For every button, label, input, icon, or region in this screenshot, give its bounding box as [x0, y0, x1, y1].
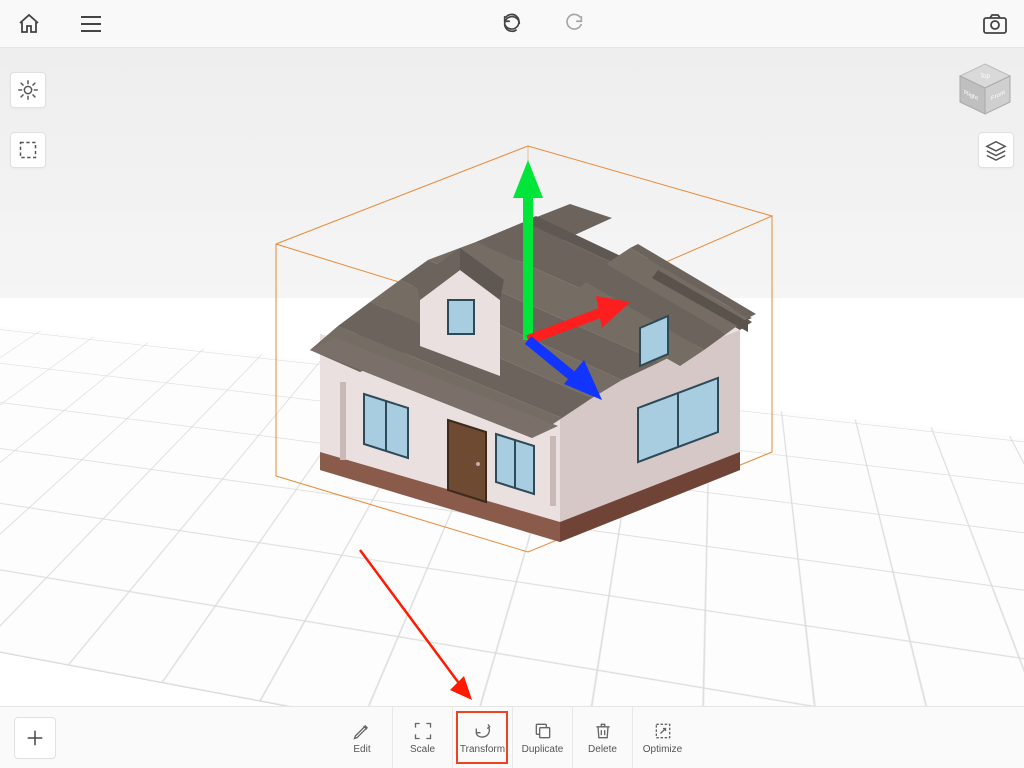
plus-icon — [24, 727, 46, 749]
undo-button[interactable] — [495, 7, 529, 41]
selection-mode-button[interactable] — [10, 132, 46, 168]
menu-icon — [79, 14, 103, 34]
add-button[interactable] — [14, 717, 56, 759]
tool-label: Optimize — [643, 744, 682, 755]
undo-icon — [501, 13, 523, 35]
transform-icon — [473, 721, 493, 741]
menu-button[interactable] — [74, 7, 108, 41]
tool-edit[interactable]: Edit — [332, 707, 392, 768]
duplicate-icon — [533, 721, 553, 741]
viewport-sky — [0, 48, 1024, 298]
trash-icon — [593, 721, 613, 741]
viewcube-top-label: Top — [980, 74, 990, 80]
top-toolbar — [0, 0, 1024, 48]
layers-button[interactable] — [978, 132, 1014, 168]
tool-optimize[interactable]: Optimize — [632, 707, 692, 768]
bottom-toolbar: Edit Scale Transform Duplicate Delete Op… — [0, 706, 1024, 768]
tool-label: Delete — [588, 744, 617, 755]
camera-button[interactable] — [978, 7, 1012, 41]
layers-icon — [985, 139, 1007, 161]
sun-icon — [17, 79, 39, 101]
tool-transform[interactable]: Transform — [452, 707, 512, 768]
tool-label: Scale — [410, 744, 435, 755]
scale-icon — [413, 721, 433, 741]
tool-label: Transform — [460, 744, 505, 755]
viewport-3d[interactable] — [0, 48, 1024, 706]
redo-icon — [563, 13, 585, 35]
lighting-button[interactable] — [10, 72, 46, 108]
camera-icon — [982, 13, 1008, 35]
viewcube[interactable]: Top Right Front — [956, 60, 1014, 118]
tool-delete[interactable]: Delete — [572, 707, 632, 768]
viewport-grid-floor — [0, 289, 1024, 706]
redo-button[interactable] — [557, 7, 591, 41]
pencil-icon — [352, 721, 372, 741]
home-icon — [17, 12, 41, 36]
optimize-icon — [653, 721, 673, 741]
home-button[interactable] — [12, 7, 46, 41]
tool-label: Edit — [353, 744, 370, 755]
tool-duplicate[interactable]: Duplicate — [512, 707, 572, 768]
tool-scale[interactable]: Scale — [392, 707, 452, 768]
selection-icon — [18, 140, 38, 160]
tool-label: Duplicate — [522, 744, 564, 755]
